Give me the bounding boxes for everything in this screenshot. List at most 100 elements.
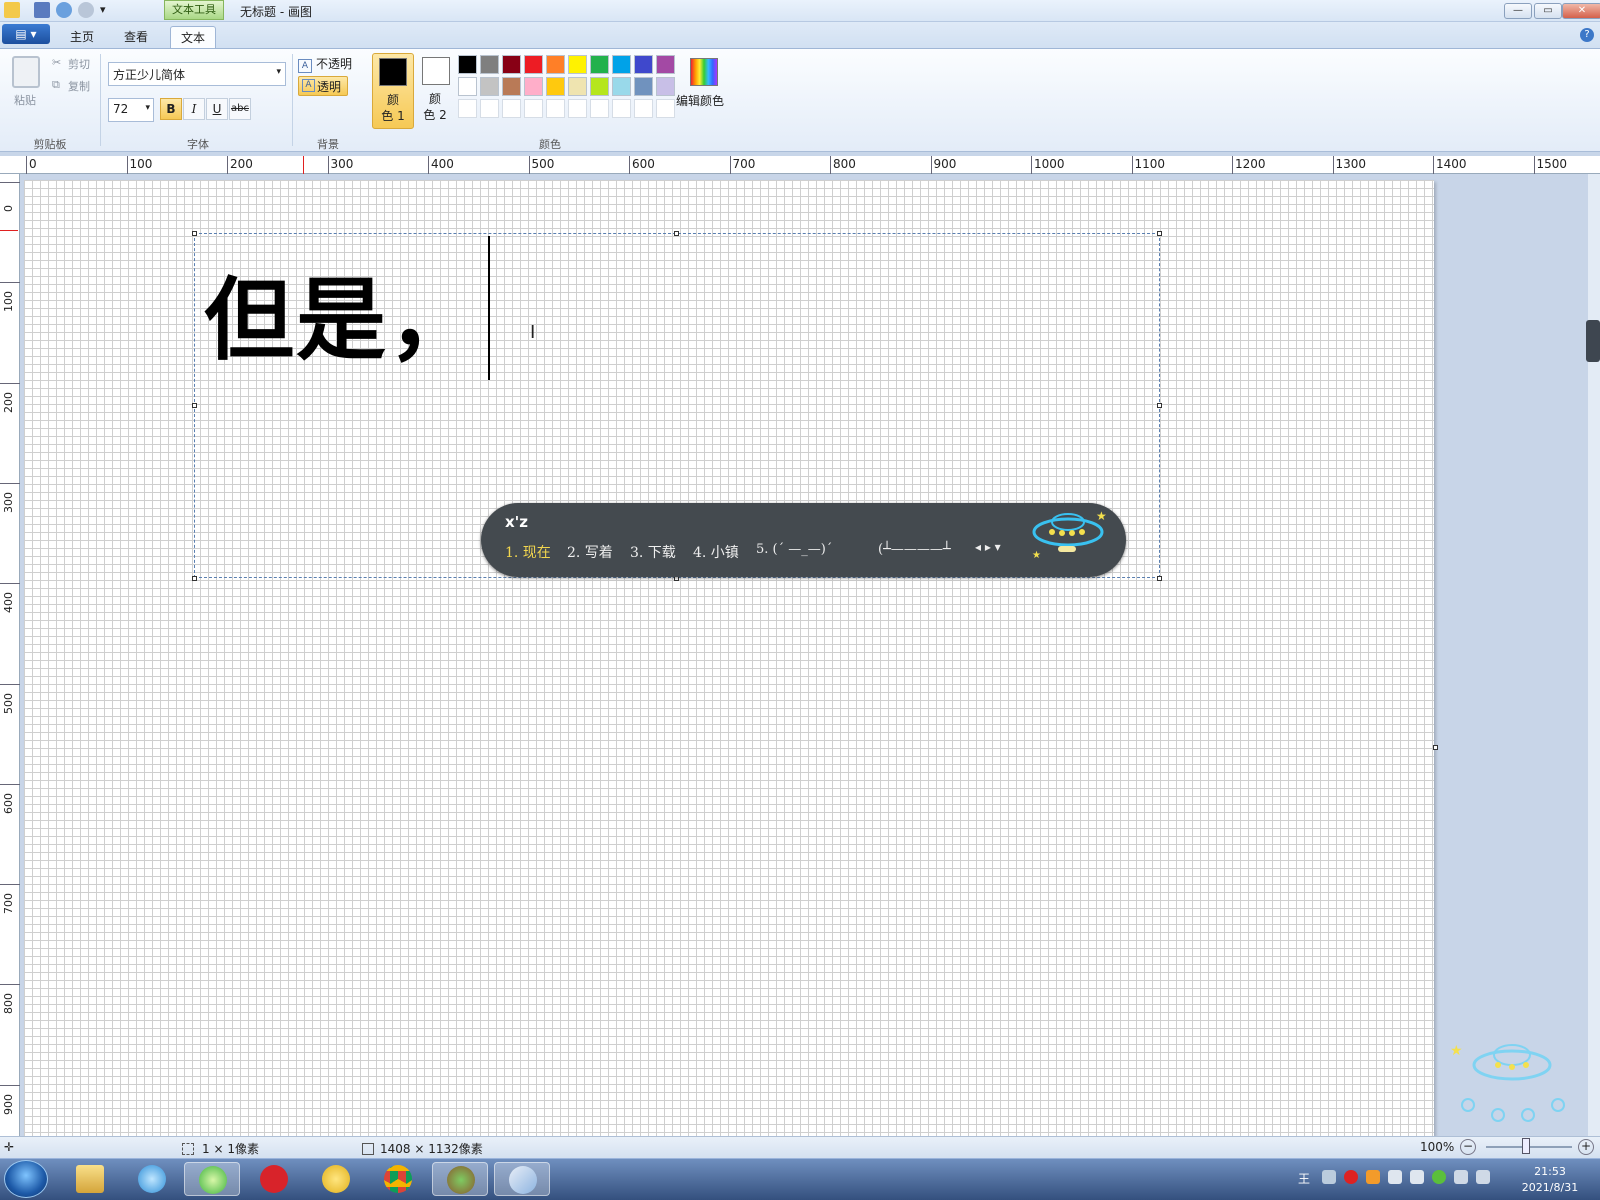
save-icon[interactable] bbox=[34, 2, 50, 18]
copy-button[interactable]: 复制 bbox=[68, 78, 90, 94]
canvas-resize-handle[interactable] bbox=[1433, 745, 1438, 750]
group-label-clipboard: 剪贴板 bbox=[33, 138, 67, 151]
taskbar-paint[interactable] bbox=[494, 1162, 550, 1196]
vertical-scrollbar[interactable] bbox=[1588, 174, 1600, 1136]
taskbar-chrome[interactable] bbox=[370, 1162, 426, 1196]
palette-swatch[interactable] bbox=[546, 77, 565, 96]
customize-qat-icon[interactable]: ▾ bbox=[100, 3, 106, 16]
palette-swatch[interactable] bbox=[612, 77, 631, 96]
redo-icon[interactable] bbox=[78, 2, 94, 18]
maximize-button[interactable]: ▭ bbox=[1534, 3, 1562, 19]
strikethrough-button[interactable]: abc bbox=[229, 98, 251, 120]
color1-button[interactable]: 颜 色 1 bbox=[372, 53, 414, 129]
palette-swatch[interactable] bbox=[634, 55, 653, 74]
palette-swatch[interactable] bbox=[480, 77, 499, 96]
palette-swatch[interactable] bbox=[568, 55, 587, 74]
ime-candidate[interactable]: 1. 现在 bbox=[505, 542, 551, 562]
tab-home[interactable]: 主页 bbox=[60, 26, 104, 48]
palette-swatch[interactable] bbox=[524, 99, 543, 118]
palette-swatch[interactable] bbox=[502, 77, 521, 96]
underline-button[interactable]: U bbox=[206, 98, 228, 120]
ime-candidate[interactable]: 5. (ˊ —_—)ˊ bbox=[756, 542, 832, 557]
palette-swatch[interactable] bbox=[458, 55, 477, 74]
palette-swatch[interactable] bbox=[502, 99, 521, 118]
italic-button[interactable]: I bbox=[183, 98, 205, 120]
zoom-slider-thumb[interactable] bbox=[1522, 1138, 1530, 1154]
palette-swatch[interactable] bbox=[590, 55, 609, 74]
palette-swatch[interactable] bbox=[568, 77, 587, 96]
textbox-handle[interactable] bbox=[192, 403, 197, 408]
palette-swatch[interactable] bbox=[524, 77, 543, 96]
palette-swatch[interactable] bbox=[458, 77, 477, 96]
palette-swatch[interactable] bbox=[480, 55, 499, 74]
tab-text[interactable]: 文本 bbox=[170, 26, 217, 49]
record-icon[interactable] bbox=[1344, 1170, 1358, 1184]
ime-candidate[interactable]: 3. 下载 bbox=[630, 542, 676, 562]
tab-view[interactable]: 查看 bbox=[114, 26, 158, 48]
color2-swatch bbox=[422, 57, 450, 85]
scrollbar-thumb[interactable] bbox=[1586, 320, 1600, 362]
palette-swatch[interactable] bbox=[656, 99, 675, 118]
transparent-button[interactable]: A 透明 bbox=[298, 76, 348, 96]
textbox-handle[interactable] bbox=[1157, 231, 1162, 236]
file-menu-button[interactable]: ▤ ▾ bbox=[2, 24, 50, 44]
close-button[interactable]: ✕ bbox=[1562, 3, 1600, 19]
start-button[interactable] bbox=[4, 1160, 48, 1198]
palette-swatch[interactable] bbox=[634, 99, 653, 118]
palette-swatch[interactable] bbox=[458, 99, 477, 118]
clock[interactable]: 21:53 2021/8/31 bbox=[1510, 1164, 1590, 1196]
taskbar-explorer[interactable] bbox=[62, 1162, 118, 1196]
taskbar-ie[interactable] bbox=[184, 1162, 240, 1196]
textbox-handle[interactable] bbox=[1157, 576, 1162, 581]
app-icon[interactable] bbox=[4, 2, 20, 18]
bold-button[interactable]: B bbox=[160, 98, 182, 120]
palette-swatch[interactable] bbox=[590, 77, 609, 96]
tray-icon[interactable] bbox=[1322, 1170, 1336, 1184]
palette-swatch[interactable] bbox=[634, 77, 653, 96]
taskbar-browser[interactable] bbox=[124, 1162, 180, 1196]
help-icon[interactable]: ? bbox=[1580, 28, 1594, 42]
textbox-handle[interactable] bbox=[192, 231, 197, 236]
paste-button[interactable]: 粘贴 bbox=[14, 92, 36, 108]
speaker-icon[interactable] bbox=[1388, 1170, 1402, 1184]
palette-swatch[interactable] bbox=[612, 55, 631, 74]
taskbar-app[interactable] bbox=[432, 1162, 488, 1196]
zoom-in-button[interactable]: + bbox=[1578, 1139, 1594, 1155]
ime-candidate[interactable]: 2. 写着 bbox=[567, 542, 613, 562]
ime-page-arrows-icon[interactable]: ◂ ▸ ▾ bbox=[975, 540, 1001, 554]
palette-swatch[interactable] bbox=[524, 55, 543, 74]
edit-colors-button[interactable]: 编辑颜色 bbox=[676, 92, 724, 109]
taskbar-qq-music[interactable] bbox=[308, 1162, 364, 1196]
ime-indicator[interactable]: 王 bbox=[1298, 1170, 1310, 1187]
ime-candidate[interactable]: (┴————┴ bbox=[878, 542, 951, 557]
taskbar-netease-music[interactable] bbox=[246, 1162, 302, 1196]
edit-colors-icon[interactable] bbox=[690, 58, 718, 86]
color2-button[interactable]: 颜 色 2 bbox=[416, 53, 454, 129]
palette-swatch[interactable] bbox=[568, 99, 587, 118]
palette-swatch[interactable] bbox=[502, 55, 521, 74]
opaque-button[interactable]: A 不透明 bbox=[298, 54, 358, 74]
network-icon[interactable] bbox=[1454, 1170, 1468, 1184]
font-family-select[interactable]: 方正少儿简体 ▾ bbox=[108, 62, 286, 86]
security-icon[interactable] bbox=[1432, 1170, 1446, 1184]
palette-swatch[interactable] bbox=[480, 99, 499, 118]
font-size-select[interactable]: 72 ▾ bbox=[108, 98, 154, 122]
textbox-handle[interactable] bbox=[1157, 403, 1162, 408]
textbox-handle[interactable] bbox=[674, 231, 679, 236]
cut-button[interactable]: 剪切 bbox=[68, 56, 90, 72]
zoom-out-button[interactable]: − bbox=[1460, 1139, 1476, 1155]
palette-swatch[interactable] bbox=[656, 77, 675, 96]
palette-swatch[interactable] bbox=[546, 99, 565, 118]
action-center-icon[interactable] bbox=[1476, 1170, 1490, 1184]
minimize-button[interactable]: — bbox=[1504, 3, 1532, 19]
volume-icon[interactable] bbox=[1410, 1170, 1424, 1184]
palette-swatch[interactable] bbox=[546, 55, 565, 74]
palette-swatch[interactable] bbox=[612, 99, 631, 118]
ime-candidate[interactable]: 4. 小镇 bbox=[693, 542, 739, 562]
flame-icon[interactable] bbox=[1366, 1170, 1380, 1184]
palette-swatch[interactable] bbox=[590, 99, 609, 118]
paste-icon[interactable] bbox=[12, 56, 40, 88]
palette-swatch[interactable] bbox=[656, 55, 675, 74]
textbox-handle[interactable] bbox=[192, 576, 197, 581]
undo-icon[interactable] bbox=[56, 2, 72, 18]
